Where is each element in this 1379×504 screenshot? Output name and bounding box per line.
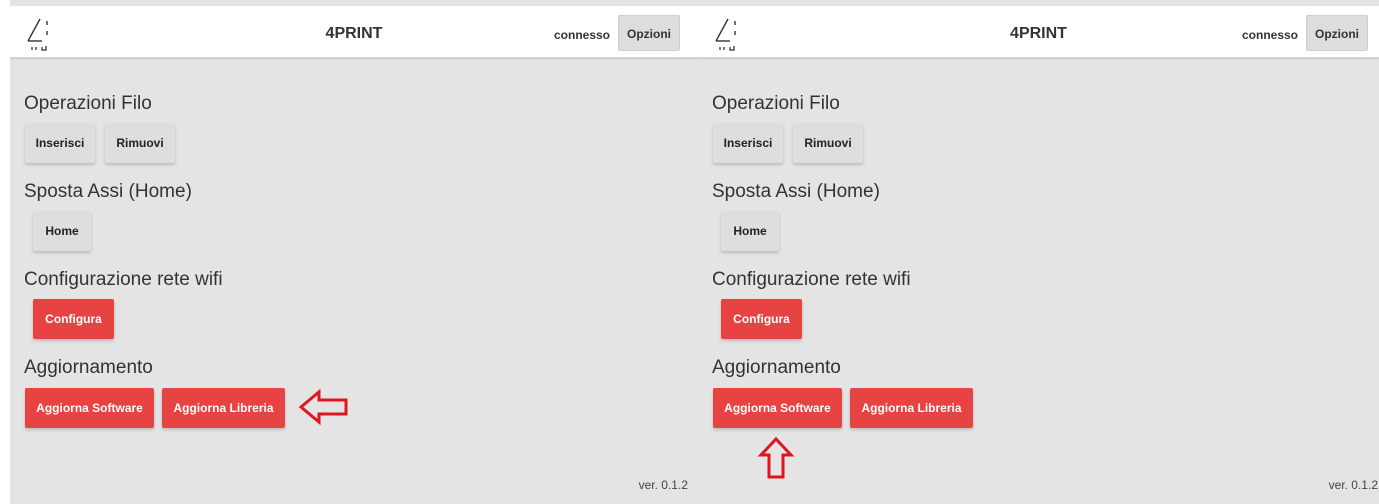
- options-button[interactable]: Opzioni: [618, 15, 680, 51]
- up-arrow-annotation-icon: [757, 436, 795, 479]
- update-software-button[interactable]: Aggiorna Software: [25, 388, 154, 428]
- assi-section-title: Sposta Assi (Home): [24, 181, 192, 202]
- right-panel: 4PRINT connesso Opzioni Operazioni Filo …: [698, 0, 1379, 504]
- filo-section-title: Operazioni Filo: [24, 93, 152, 114]
- update-section-title: Aggiornamento: [712, 357, 841, 378]
- rimuovi-button[interactable]: Rimuovi: [793, 123, 863, 163]
- top-bar: 4PRINT connesso Opzioni: [10, 6, 698, 58]
- top-bar: 4PRINT connesso Opzioni: [698, 6, 1379, 58]
- update-library-button[interactable]: Aggiorna Libreria: [850, 388, 973, 428]
- configura-button[interactable]: Configura: [33, 299, 114, 339]
- wifi-section-title: Configurazione rete wifi: [24, 269, 223, 290]
- inserisci-button[interactable]: Inserisci: [713, 123, 783, 163]
- update-library-button[interactable]: Aggiorna Libreria: [162, 388, 285, 428]
- inserisci-button[interactable]: Inserisci: [25, 123, 95, 163]
- connection-status: connesso: [554, 28, 611, 42]
- update-software-button[interactable]: Aggiorna Software: [713, 388, 842, 428]
- home-button[interactable]: Home: [33, 211, 91, 251]
- options-button[interactable]: Opzioni: [1306, 15, 1368, 51]
- left-arrow-annotation-icon: [298, 388, 348, 426]
- home-button[interactable]: Home: [721, 211, 779, 251]
- version-label: ver. 0.1.2: [1328, 478, 1378, 492]
- connection-status: connesso: [1242, 28, 1299, 42]
- rimuovi-button[interactable]: Rimuovi: [105, 123, 175, 163]
- filo-section-title: Operazioni Filo: [712, 93, 840, 114]
- assi-section-title: Sposta Assi (Home): [712, 181, 880, 202]
- update-section-title: Aggiornamento: [24, 357, 153, 378]
- version-label: ver. 0.1.2: [638, 478, 688, 492]
- wifi-section-title: Configurazione rete wifi: [712, 269, 911, 290]
- left-panel: 4PRINT connesso Opzioni Operazioni Filo …: [10, 0, 698, 504]
- configura-button[interactable]: Configura: [721, 299, 802, 339]
